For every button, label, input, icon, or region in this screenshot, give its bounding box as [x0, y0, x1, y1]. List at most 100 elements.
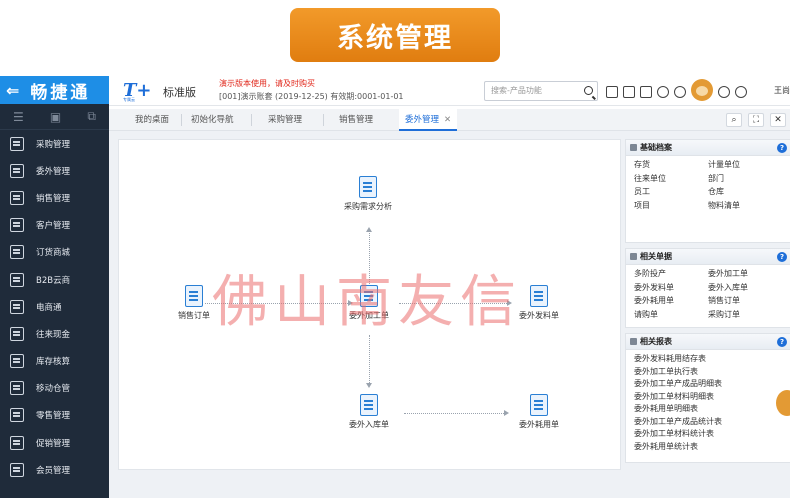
ecommerce-icon: [10, 299, 24, 314]
close-all-icon[interactable]: ✕: [770, 113, 786, 127]
search-icon[interactable]: [584, 86, 593, 95]
app-header: T+ 专属云 标准版 演示版本使用，请及时购买 [001]演示账套 (2019-…: [109, 76, 790, 106]
sidebar-item-retail[interactable]: 零售管理: [0, 402, 109, 429]
bell-icon[interactable]: [657, 86, 669, 98]
sidebar-item-ecommerce[interactable]: 电商通: [0, 293, 109, 320]
sidebar: ⇐ 畅捷通 ☰ ▣ ⧉ 采购管理 委外管理 销售管理 客户管理 订货商城 B2B…: [0, 76, 109, 498]
cash-icon: [10, 326, 24, 341]
search-input[interactable]: 搜索-产品功能: [484, 81, 598, 101]
help-icon[interactable]: [718, 86, 730, 98]
edit-icon[interactable]: ▣: [50, 110, 61, 124]
node-issue-order[interactable]: 委外发料单: [504, 285, 574, 321]
link-requisition[interactable]: 请购单: [634, 309, 708, 322]
link-bom[interactable]: 物料清单: [708, 200, 782, 213]
report-link[interactable]: 委外加工单产成品统计表: [634, 416, 782, 429]
clipboard-icon: [530, 394, 548, 416]
phone-icon[interactable]: [674, 86, 686, 98]
user-name[interactable]: 王尚: [774, 85, 790, 96]
report-link[interactable]: 委外发料耗用结存表: [634, 353, 782, 366]
help-icon[interactable]: ?: [777, 337, 787, 347]
report-link[interactable]: 委外加工单产成品明细表: [634, 378, 782, 391]
close-tab-icon[interactable]: ✕: [444, 115, 451, 125]
link-purchase-order[interactable]: 采购订单: [708, 309, 782, 322]
message-icon[interactable]: [640, 86, 652, 98]
sidebar-item-label: 订货商城: [36, 248, 71, 259]
link-department[interactable]: 部门: [708, 173, 782, 186]
sidebar-item-customer[interactable]: 客户管理: [0, 212, 109, 239]
tab-divider: [323, 114, 324, 126]
menu-icon[interactable]: ☰: [13, 110, 24, 124]
report-link[interactable]: 委外耗用单统计表: [634, 441, 782, 454]
sidebar-item-label: 采购管理: [36, 139, 71, 150]
report-link[interactable]: 委外耗用单明细表: [634, 403, 782, 416]
sidebar-item-purchase[interactable]: 采购管理: [0, 130, 109, 157]
panel-title-text: 相关报表: [640, 337, 672, 346]
panel-title-text: 基础档案: [640, 143, 672, 152]
node-label: 采购需求分析: [344, 202, 392, 211]
link-inventory[interactable]: 存货: [634, 159, 708, 172]
report-link[interactable]: 委外加工单材料统计表: [634, 428, 782, 441]
panel-title: 相关报表?: [626, 334, 790, 350]
mobile-icon[interactable]: [606, 86, 618, 98]
member-icon: [10, 462, 24, 477]
sidebar-item-promotion[interactable]: 促销管理: [0, 429, 109, 456]
sidebar-item-label: 往来现金: [36, 329, 71, 340]
help-icon[interactable]: ?: [777, 252, 787, 262]
sidebar-item-mobile-warehouse[interactable]: 移动仓管: [0, 375, 109, 402]
checklist-icon[interactable]: [623, 86, 635, 98]
tab-sales[interactable]: 销售管理: [333, 109, 379, 131]
link-usage-order[interactable]: 委外耗用单: [634, 295, 708, 308]
sidebar-item-label: 促销管理: [36, 438, 71, 449]
tab-outsourcing[interactable]: 委外管理 ✕: [399, 109, 458, 131]
link-sales-order[interactable]: 销售订单: [708, 295, 782, 308]
mall-icon: [10, 245, 24, 260]
tab-init-guide[interactable]: 初始化导航: [185, 109, 240, 131]
logo-subtitle: 专属云: [123, 97, 135, 102]
node-label: 委外加工单: [349, 311, 389, 320]
link-unit[interactable]: 计量单位: [708, 159, 782, 172]
link-warehouse[interactable]: 仓库: [708, 186, 782, 199]
sidebar-item-outsourcing[interactable]: 委外管理: [0, 157, 109, 184]
mascot-icon[interactable]: [691, 79, 713, 101]
demo-warning[interactable]: 演示版本使用，请及时购买: [219, 78, 315, 89]
account-info: [001]演示账套 (2019-12-25) 有效期:0001-01-01: [219, 92, 404, 101]
back-arrow-icon[interactable]: ⇐: [6, 81, 22, 100]
user-icon[interactable]: [735, 86, 747, 98]
node-purchase-analysis[interactable]: 采购需求分析: [333, 176, 403, 212]
customer-icon: [10, 218, 24, 233]
sidebar-item-inventory[interactable]: 库存核算: [0, 348, 109, 375]
search-placeholder: 搜索-产品功能: [491, 86, 542, 95]
node-material-usage[interactable]: 委外耗用单: [504, 394, 574, 430]
sidebar-item-b2b[interactable]: B2B云商: [0, 266, 109, 293]
node-inbound-order[interactable]: 委外入库单: [334, 394, 404, 430]
brand-bar[interactable]: ⇐ 畅捷通: [0, 76, 109, 104]
link-employee[interactable]: 员工: [634, 186, 708, 199]
tab-desktop[interactable]: 我的桌面: [129, 109, 175, 131]
panel-related-documents: 相关单据? 多阶投产 委外加工单 委外发料单 委外入库单 委外耗用单 销售订单 …: [625, 248, 790, 328]
flow-arrow-up: [365, 227, 372, 290]
tab-search-icon[interactable]: ⌕: [726, 113, 742, 127]
document-icon: [360, 285, 378, 307]
sidebar-item-sales[interactable]: 销售管理: [0, 184, 109, 211]
report-link[interactable]: 委外加工单材料明细表: [634, 391, 782, 404]
link-partner[interactable]: 往来单位: [634, 173, 708, 186]
export-icon[interactable]: ⧉: [87, 109, 96, 124]
sidebar-item-member[interactable]: 会员管理: [0, 456, 109, 483]
link-issue-order[interactable]: 委外发料单: [634, 282, 708, 295]
sidebar-item-label: 会员管理: [36, 465, 71, 476]
link-project[interactable]: 项目: [634, 200, 708, 213]
sidebar-item-cash[interactable]: 往来现金: [0, 320, 109, 347]
link-multi-level[interactable]: 多阶投产: [634, 268, 708, 281]
tab-purchase[interactable]: 采购管理: [262, 109, 308, 131]
sidebar-item-mall[interactable]: 订货商城: [0, 239, 109, 266]
link-processing-order[interactable]: 委外加工单: [708, 268, 782, 281]
node-sales-order[interactable]: 销售订单: [159, 285, 229, 321]
report-link[interactable]: 委外加工单执行表: [634, 366, 782, 379]
help-icon[interactable]: ?: [777, 143, 787, 153]
promotion-icon: [10, 435, 24, 450]
panel-title: 基础档案?: [626, 140, 790, 156]
link-inbound-order[interactable]: 委外入库单: [708, 282, 782, 295]
fullscreen-icon[interactable]: ⛶: [748, 113, 764, 127]
node-processing-order[interactable]: 委外加工单: [334, 285, 404, 321]
panel-title: 相关单据?: [626, 249, 790, 265]
